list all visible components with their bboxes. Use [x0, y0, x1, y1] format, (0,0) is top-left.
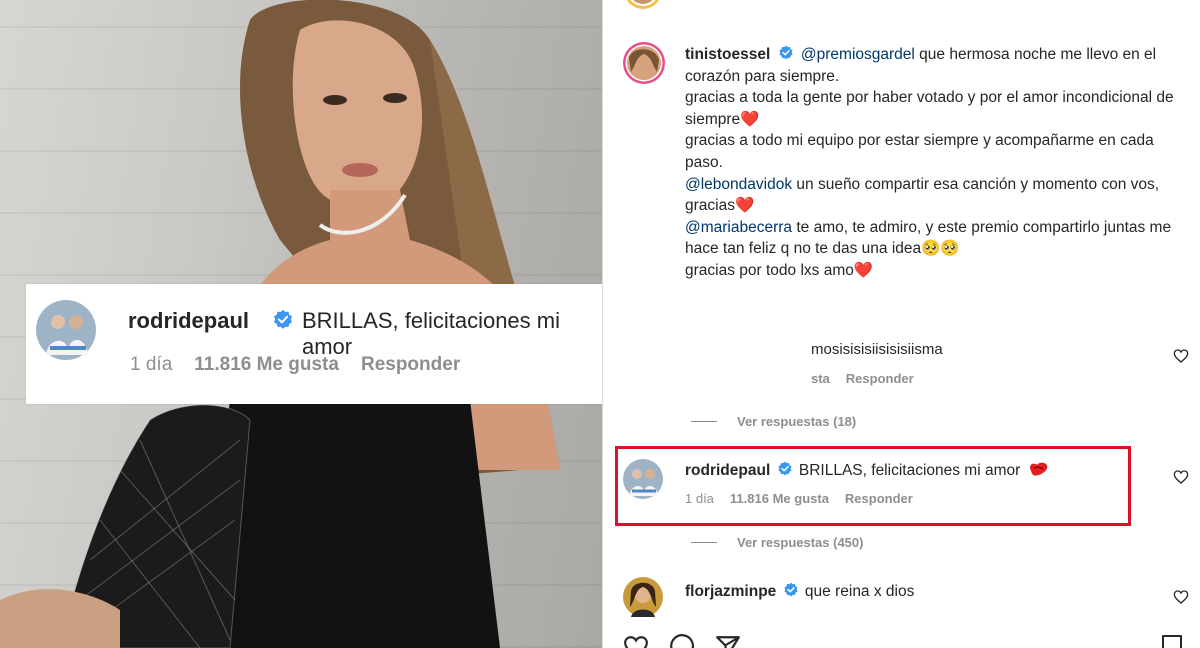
- share-icon[interactable]: [715, 634, 741, 648]
- comment-text: BRILLAS, felicitaciones mi amor: [798, 462, 1021, 479]
- avatar[interactable]: [623, 42, 665, 84]
- caption-mention[interactable]: @premiosgardel: [801, 46, 915, 63]
- comment-meta: 1 día 11.816 Me gusta Responder: [130, 354, 460, 376]
- avatar[interactable]: [623, 459, 663, 499]
- action-bar: [623, 634, 741, 648]
- comment-time[interactable]: 1 día: [685, 491, 714, 506]
- caption-mention[interactable]: @mariabecerra: [685, 219, 792, 236]
- heart-icon[interactable]: [623, 634, 649, 648]
- zoomed-comment: rodridepaul BRILLAS, felicitaciones mi a…: [26, 284, 697, 404]
- view-replies-link[interactable]: Ver respuestas (450): [737, 535, 863, 550]
- comment-likes[interactable]: 11.816 Me gusta: [194, 354, 339, 376]
- reply-button[interactable]: Responder: [361, 354, 460, 376]
- reply-button[interactable]: Responder: [845, 491, 913, 506]
- comment-text: que reina x dios: [804, 583, 915, 600]
- verified-icon: [778, 461, 792, 476]
- highlighted-comment: rodridepaul BRILLAS, felicitaciones mi a…: [685, 461, 1050, 480]
- heart-icon[interactable]: [1173, 348, 1189, 364]
- save-icon[interactable]: [1161, 634, 1183, 648]
- comments-panel: tinistoessel @premiosgardel que hermosa …: [602, 0, 1200, 648]
- highlight-box: [615, 446, 1131, 526]
- comment-text: mosisisisiisisisiisma: [811, 341, 943, 358]
- heart-icon[interactable]: [1173, 589, 1189, 605]
- red-heart-icon: [1029, 462, 1047, 476]
- caption-mention[interactable]: @lebondavidok: [685, 176, 792, 193]
- verified-icon: [274, 309, 292, 329]
- comment: florjazminpe que reina x dios: [685, 582, 914, 601]
- comment-username[interactable]: rodridepaul: [128, 308, 249, 334]
- replies-divider: [691, 542, 717, 543]
- avatar[interactable]: [623, 0, 663, 10]
- avatar[interactable]: [623, 577, 663, 617]
- post-username[interactable]: tinistoessel: [685, 46, 770, 63]
- replies-divider: [691, 421, 717, 422]
- view-replies-link[interactable]: Ver respuestas (18): [737, 414, 856, 429]
- comment-icon[interactable]: [669, 634, 695, 648]
- verified-icon: [784, 582, 798, 597]
- comment-text: BRILLAS, felicitaciones mi amor: [302, 308, 560, 359]
- comment-username[interactable]: rodridepaul: [685, 462, 770, 479]
- comment-meta: 1 día 11.816 Me gusta Responder: [685, 491, 913, 506]
- verified-icon: [779, 45, 793, 60]
- caption-line: gracias por todo lxs amo❤️: [685, 261, 874, 279]
- comment-time[interactable]: 1 día: [130, 354, 172, 376]
- caption-line: gracias a toda la gente por haber votado…: [685, 89, 1174, 128]
- comment-meta: sta Responder: [811, 371, 914, 386]
- post-caption: tinistoessel @premiosgardel que hermosa …: [685, 44, 1185, 282]
- avatar[interactable]: [36, 300, 96, 360]
- comment-likes[interactable]: 11.816 Me gusta: [730, 491, 829, 506]
- comment-username[interactable]: florjazminpe: [685, 583, 776, 600]
- heart-icon[interactable]: [1173, 469, 1189, 485]
- comment-meta-fragment: sta: [811, 371, 830, 386]
- caption-line: gracias a todo mi equipo por estar siemp…: [685, 132, 1154, 171]
- reply-button[interactable]: Responder: [846, 371, 914, 386]
